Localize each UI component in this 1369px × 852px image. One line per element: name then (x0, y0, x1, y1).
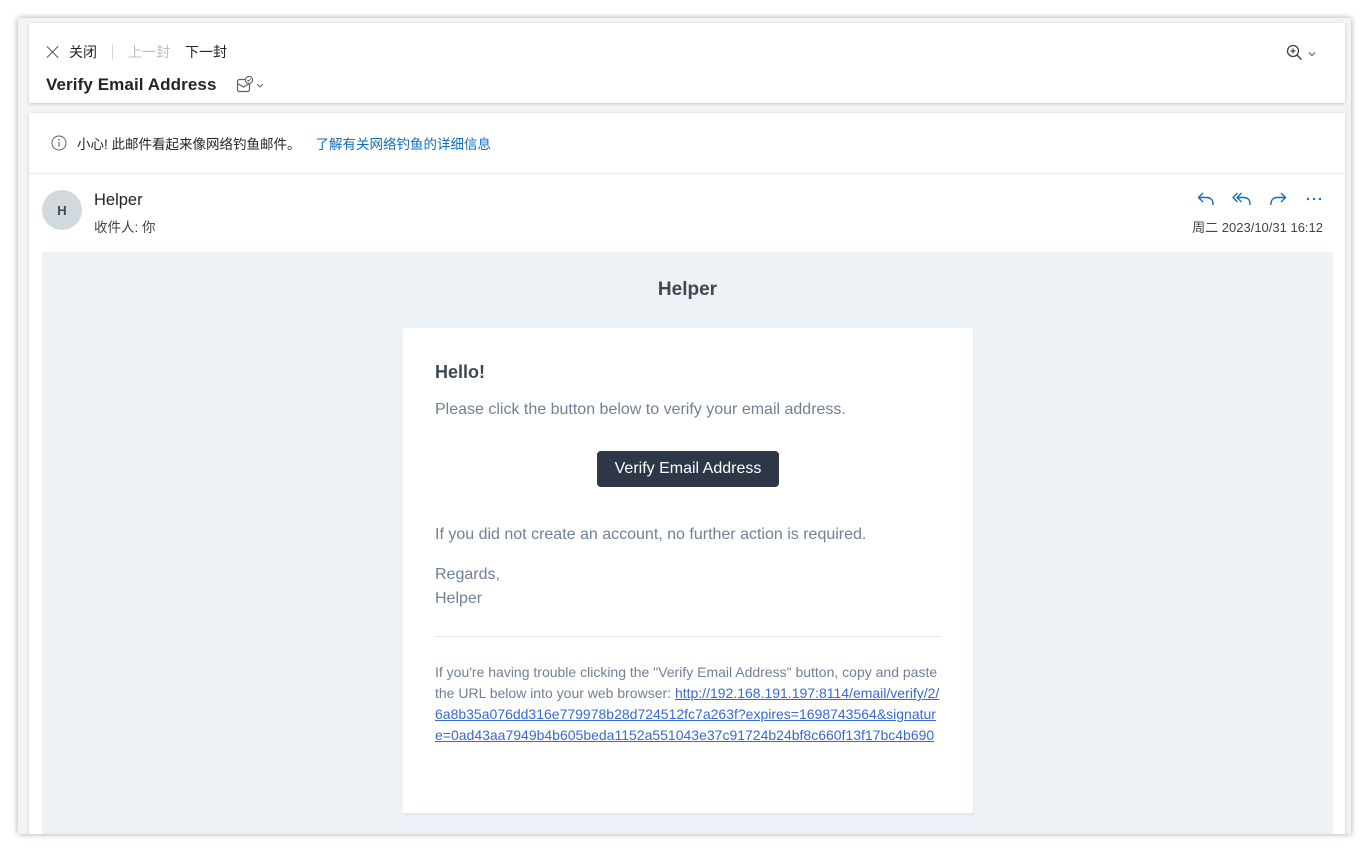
email-greeting: Hello! (435, 362, 486, 382)
message-subject: Verify Email Address (46, 75, 217, 94)
mail-category-icon (236, 76, 263, 93)
phishing-info-link[interactable]: 了解有关网络钓鱼的详细信息 (316, 133, 492, 153)
phishing-warning-banner: 小心! 此邮件看起来像网络钓鱼邮件。 了解有关网络钓鱼的详细信息 (29, 113, 1345, 174)
reply-all-icon (1232, 192, 1251, 205)
avatar[interactable]: H (42, 190, 82, 230)
recipients: 收件人: 你 (94, 220, 156, 235)
email-subcopy: If you're having trouble clicking the "V… (435, 662, 943, 746)
info-icon (51, 135, 67, 151)
reply-all-button[interactable] (1231, 188, 1253, 210)
subcopy-divider (435, 636, 941, 637)
verify-button-wrap: Verify Email Address (403, 451, 973, 487)
verify-email-button[interactable]: Verify Email Address (596, 451, 780, 487)
reply-icon (1197, 192, 1214, 205)
message-nav: 关闭 上一封 下一封 (46, 43, 227, 61)
zoom-button[interactable] (1286, 44, 1320, 62)
next-message-button[interactable]: 下一封 (185, 42, 227, 62)
signature-line: Helper (435, 590, 483, 607)
forward-button[interactable] (1267, 188, 1289, 210)
sender-info: H Helper 收件人: 你 周二 2023/10/31 16:12 (29, 174, 1345, 252)
phishing-warning-text: 小心! 此邮件看起来像网络钓鱼邮件。 (77, 137, 301, 152)
zoom-in-icon (1286, 44, 1316, 61)
previous-message-button[interactable]: 上一封 (128, 42, 170, 62)
subject-row: Verify Email Address (46, 75, 266, 95)
email-intro-line: Please click the button below to verify … (435, 401, 846, 418)
message-actions (1181, 188, 1325, 210)
reading-window: 关闭 上一封 下一封 Verify Email Address 小心! 此邮件看… (18, 18, 1351, 834)
next-label: 下一封 (185, 44, 227, 60)
salutation-line: Regards, (435, 566, 500, 583)
message-header-bar: 关闭 上一封 下一封 Verify Email Address (29, 23, 1345, 103)
mail-category-button[interactable] (236, 76, 266, 94)
message-date: 周二 2023/10/31 16:12 (1192, 220, 1323, 235)
email-brand-header[interactable]: Helper (42, 279, 1333, 301)
previous-label: 上一封 (128, 44, 170, 60)
email-body: Helper Hello! Please click the button be… (42, 252, 1333, 834)
email-outro-line: If you did not create an account, no fur… (435, 526, 867, 543)
close-label: 关闭 (69, 44, 97, 60)
close-button[interactable]: 关闭 (46, 42, 97, 62)
nav-divider (112, 44, 113, 60)
message-card: 小心! 此邮件看起来像网络钓鱼邮件。 了解有关网络钓鱼的详细信息 H Helpe… (29, 113, 1345, 834)
forward-icon (1270, 192, 1287, 205)
more-actions-button[interactable] (1303, 188, 1325, 210)
sender-name[interactable]: Helper (94, 191, 143, 210)
email-content-card: Hello! Please click the button below to … (403, 328, 973, 813)
more-icon (1306, 197, 1322, 201)
email-salutation: Regards, Helper (435, 563, 500, 611)
reply-button[interactable] (1195, 188, 1217, 210)
close-icon (46, 45, 60, 59)
